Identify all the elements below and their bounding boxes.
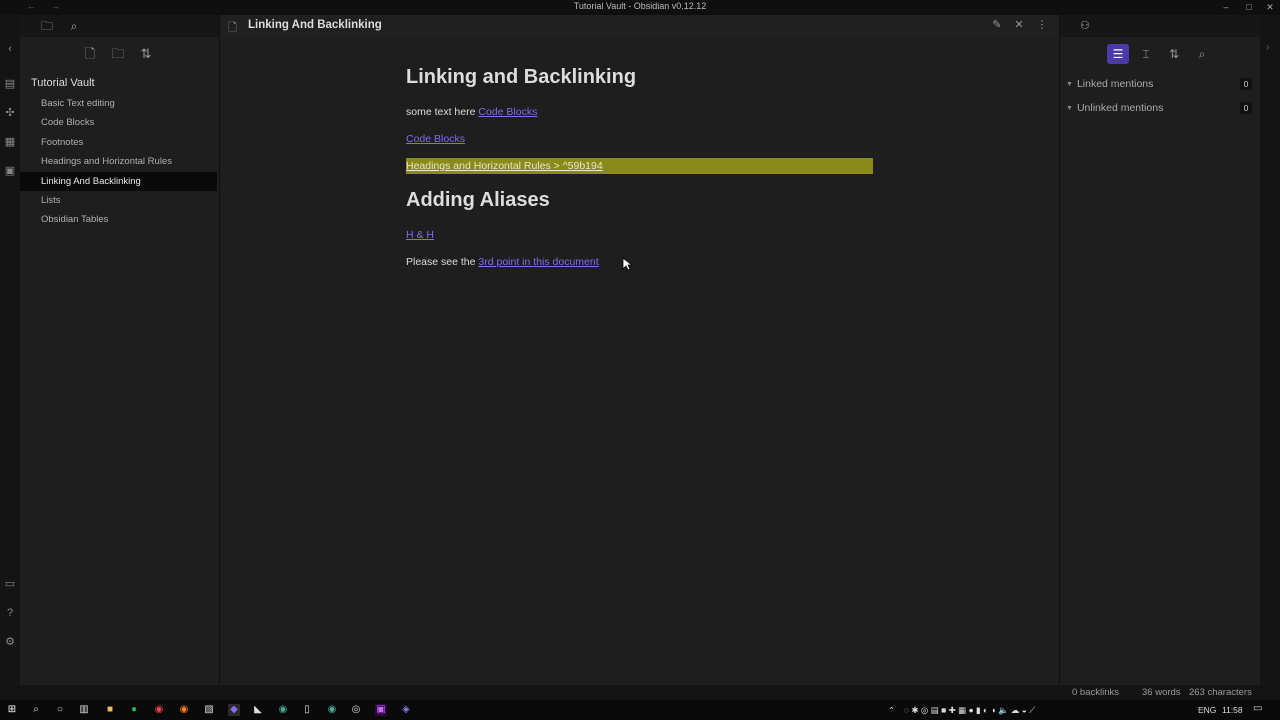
search-icon[interactable]: ⌕ (67, 19, 81, 33)
search-filter-icon[interactable]: ⌕ (1191, 44, 1213, 64)
clock[interactable]: 11:58 (1222, 705, 1243, 715)
collapse-triangle-icon: ▼ (1066, 105, 1073, 112)
character-count: 263 characters (1189, 687, 1252, 698)
internal-link-code-blocks-2[interactable]: Code Blocks (406, 133, 465, 145)
editor-pane: 🗋 Linking And Backlinking ✎ ✕ ⋮ Linking … (220, 15, 1059, 685)
editor-header: 🗋 Linking And Backlinking ✎ ✕ ⋮ (220, 15, 1059, 37)
vault-name[interactable]: Tutorial Vault (31, 77, 95, 89)
paragraph-alias-link: H & H (406, 229, 434, 241)
open-quick-switcher-icon[interactable]: ▤ (3, 77, 17, 91)
collapse-results-icon[interactable]: ☰ (1107, 44, 1129, 64)
file-explorer-panel: 🗀 ⌕ 🗋 🗀 ⇅ Tutorial Vault Basic Text edit… (20, 15, 219, 685)
taskbar-search-icon[interactable]: ⌕ (30, 704, 42, 716)
collapse-right-icon[interactable]: › (1266, 42, 1269, 53)
notepad-icon[interactable]: ▯ (301, 704, 313, 716)
heading-adding-aliases: Adding Aliases (406, 189, 550, 211)
backlinks-tab-icon[interactable]: ⚇ (1080, 19, 1090, 32)
paragraph-some-text: some text here Code Blocks (406, 106, 537, 118)
heading-linking-and-backlinking: Linking and Backlinking (406, 66, 637, 88)
file-list: Basic Text editing Code Blocks Footnotes… (20, 94, 217, 230)
tray-app-icons[interactable]: ◌ ✱ ◎ ▤ ■ ✚ ▦ ● ▮ ◐ ◑ 🔈 ☁ ◒ ⟋ (904, 705, 1035, 716)
maximize-icon[interactable]: □ (1238, 0, 1260, 15)
plugins-icon[interactable]: ▣ (3, 164, 17, 178)
new-folder-icon[interactable]: 🗀 (110, 46, 126, 62)
windows-start-icon[interactable]: ⊞ (6, 704, 18, 716)
browser-alt-icon[interactable]: ◉ (326, 704, 338, 716)
left-sidebar-tabs: 🗀 ⌕ (20, 15, 219, 37)
title-bar: ← → Tutorial Vault - Obsidian v0.12.12 –… (0, 0, 1280, 15)
left-ribbon: ‹ ▤ ✣ ▦ ▣ ▭ ? ⚙ (0, 15, 20, 685)
word-count: 36 words (1142, 687, 1181, 698)
internal-link-code-blocks[interactable]: Code Blocks (478, 106, 537, 118)
notifications-icon[interactable]: ▭ (1253, 703, 1262, 714)
task-view-icon[interactable]: ▥ (78, 704, 90, 716)
settings-gear-icon[interactable]: ⚙ (3, 635, 17, 649)
language-indicator[interactable]: ENG (1198, 705, 1216, 715)
window-title: Tutorial Vault - Obsidian v0.12.12 (573, 1, 707, 11)
document-icon: 🗋 (228, 22, 237, 34)
alias-link-3rd-point[interactable]: 3rd point in this document (478, 256, 598, 268)
paragraph-text: some text here (406, 106, 479, 118)
more-options-icon[interactable]: ⋮ (1034, 18, 1050, 31)
linked-mentions-count: 0 (1240, 78, 1252, 90)
help-icon[interactable]: ? (3, 606, 17, 620)
graph-view-icon[interactable]: ✣ (3, 106, 17, 120)
right-sidebar-tabs: ⚇ (1060, 15, 1260, 37)
backlinks-panel: ⚇ ☰ ⌶ ⇅ ⌕ ▼ Linked mentions 0 ▼ Unlinked m… (1060, 15, 1260, 685)
file-item-basic-text-editing[interactable]: Basic Text editing (20, 94, 217, 113)
paragraph-please-see: Please see the 3rd point in this documen… (406, 256, 599, 268)
windows-taskbar: ⊞ ⌕ ○ ▥ ■ ● ◉ ◉ ▧ ◆ ◣ ◉ ▯ ◉ ◎ ▣ ◈ ⌃ ◌ ✱ … (0, 700, 1280, 720)
spotify-icon[interactable]: ● (128, 704, 140, 716)
tray-expand-icon[interactable]: ⌃ (888, 705, 895, 716)
file-explorer-icon[interactable]: ■ (104, 704, 116, 716)
mouse-cursor-icon (622, 257, 632, 271)
unlinked-mentions-label: Unlinked mentions (1076, 102, 1164, 114)
sort-order-icon[interactable]: ⇅ (1163, 44, 1185, 64)
close-note-icon[interactable]: ✕ (1011, 18, 1027, 31)
block-reference-link[interactable]: Headings and Horizontal Rules > ^59b194 (406, 160, 603, 172)
highlighted-block-link: Headings and Horizontal Rules > ^59b194 (406, 158, 873, 174)
backlinks-count[interactable]: 0 backlinks (1072, 687, 1119, 698)
file-item-lists[interactable]: Lists (20, 191, 217, 210)
close-window-icon[interactable]: ✕ (1259, 0, 1280, 15)
sort-icon[interactable]: ⇅ (138, 46, 154, 62)
firefox-icon[interactable]: ◉ (178, 704, 190, 716)
minimize-icon[interactable]: – (1215, 0, 1237, 15)
alias-link-h-and-h[interactable]: H & H (406, 229, 434, 241)
new-note-icon[interactable]: 🗋 (82, 46, 98, 62)
obsidian-icon[interactable]: ◆ (228, 704, 240, 716)
open-vault-icon[interactable]: ▭ (3, 577, 17, 591)
file-item-footnotes[interactable]: Footnotes (20, 133, 217, 152)
paragraph-code-blocks-link: Code Blocks (406, 133, 465, 145)
note-title[interactable]: Linking And Backlinking (248, 19, 382, 31)
folder-icon[interactable]: 🗀 (40, 19, 54, 33)
status-bar: 0 backlinks 36 words 263 characters (0, 685, 1280, 700)
file-item-code-blocks[interactable]: Code Blocks (20, 113, 217, 132)
paragraph-text-please-see: Please see the (406, 256, 479, 268)
chrome-icon[interactable]: ◉ (153, 704, 165, 716)
unlinked-mentions-count: 0 (1240, 102, 1252, 114)
terminal-icon[interactable]: ◣ (252, 704, 264, 716)
linked-mentions-header[interactable]: ▼ Linked mentions 0 (1066, 76, 1252, 92)
file-item-obsidian-tables[interactable]: Obsidian Tables (20, 210, 217, 229)
recorder-icon[interactable]: ◎ (350, 704, 362, 716)
unlinked-mentions-header[interactable]: ▼ Unlinked mentions 0 (1066, 100, 1252, 116)
edit-pencil-icon[interactable]: ✎ (989, 18, 1005, 31)
show-more-context-icon[interactable]: ⌶ (1135, 44, 1157, 64)
file-item-linking-and-backlinking[interactable]: Linking And Backlinking (20, 171, 217, 191)
collapse-left-icon[interactable]: ‹ (3, 42, 17, 56)
linked-mentions-label: Linked mentions (1076, 78, 1154, 90)
right-ribbon: › (1260, 15, 1280, 685)
collapse-triangle-icon: ▼ (1066, 81, 1073, 88)
browser-icon[interactable]: ◉ (277, 704, 289, 716)
premiere-icon[interactable]: ▣ (375, 704, 387, 716)
templates-icon[interactable]: ▦ (3, 135, 17, 149)
teams-icon[interactable]: ◈ (400, 704, 412, 716)
file-item-headings[interactable]: Headings and Horizontal Rules (20, 152, 217, 171)
cortana-icon[interactable]: ○ (54, 704, 66, 716)
app-icon[interactable]: ▧ (203, 704, 215, 716)
